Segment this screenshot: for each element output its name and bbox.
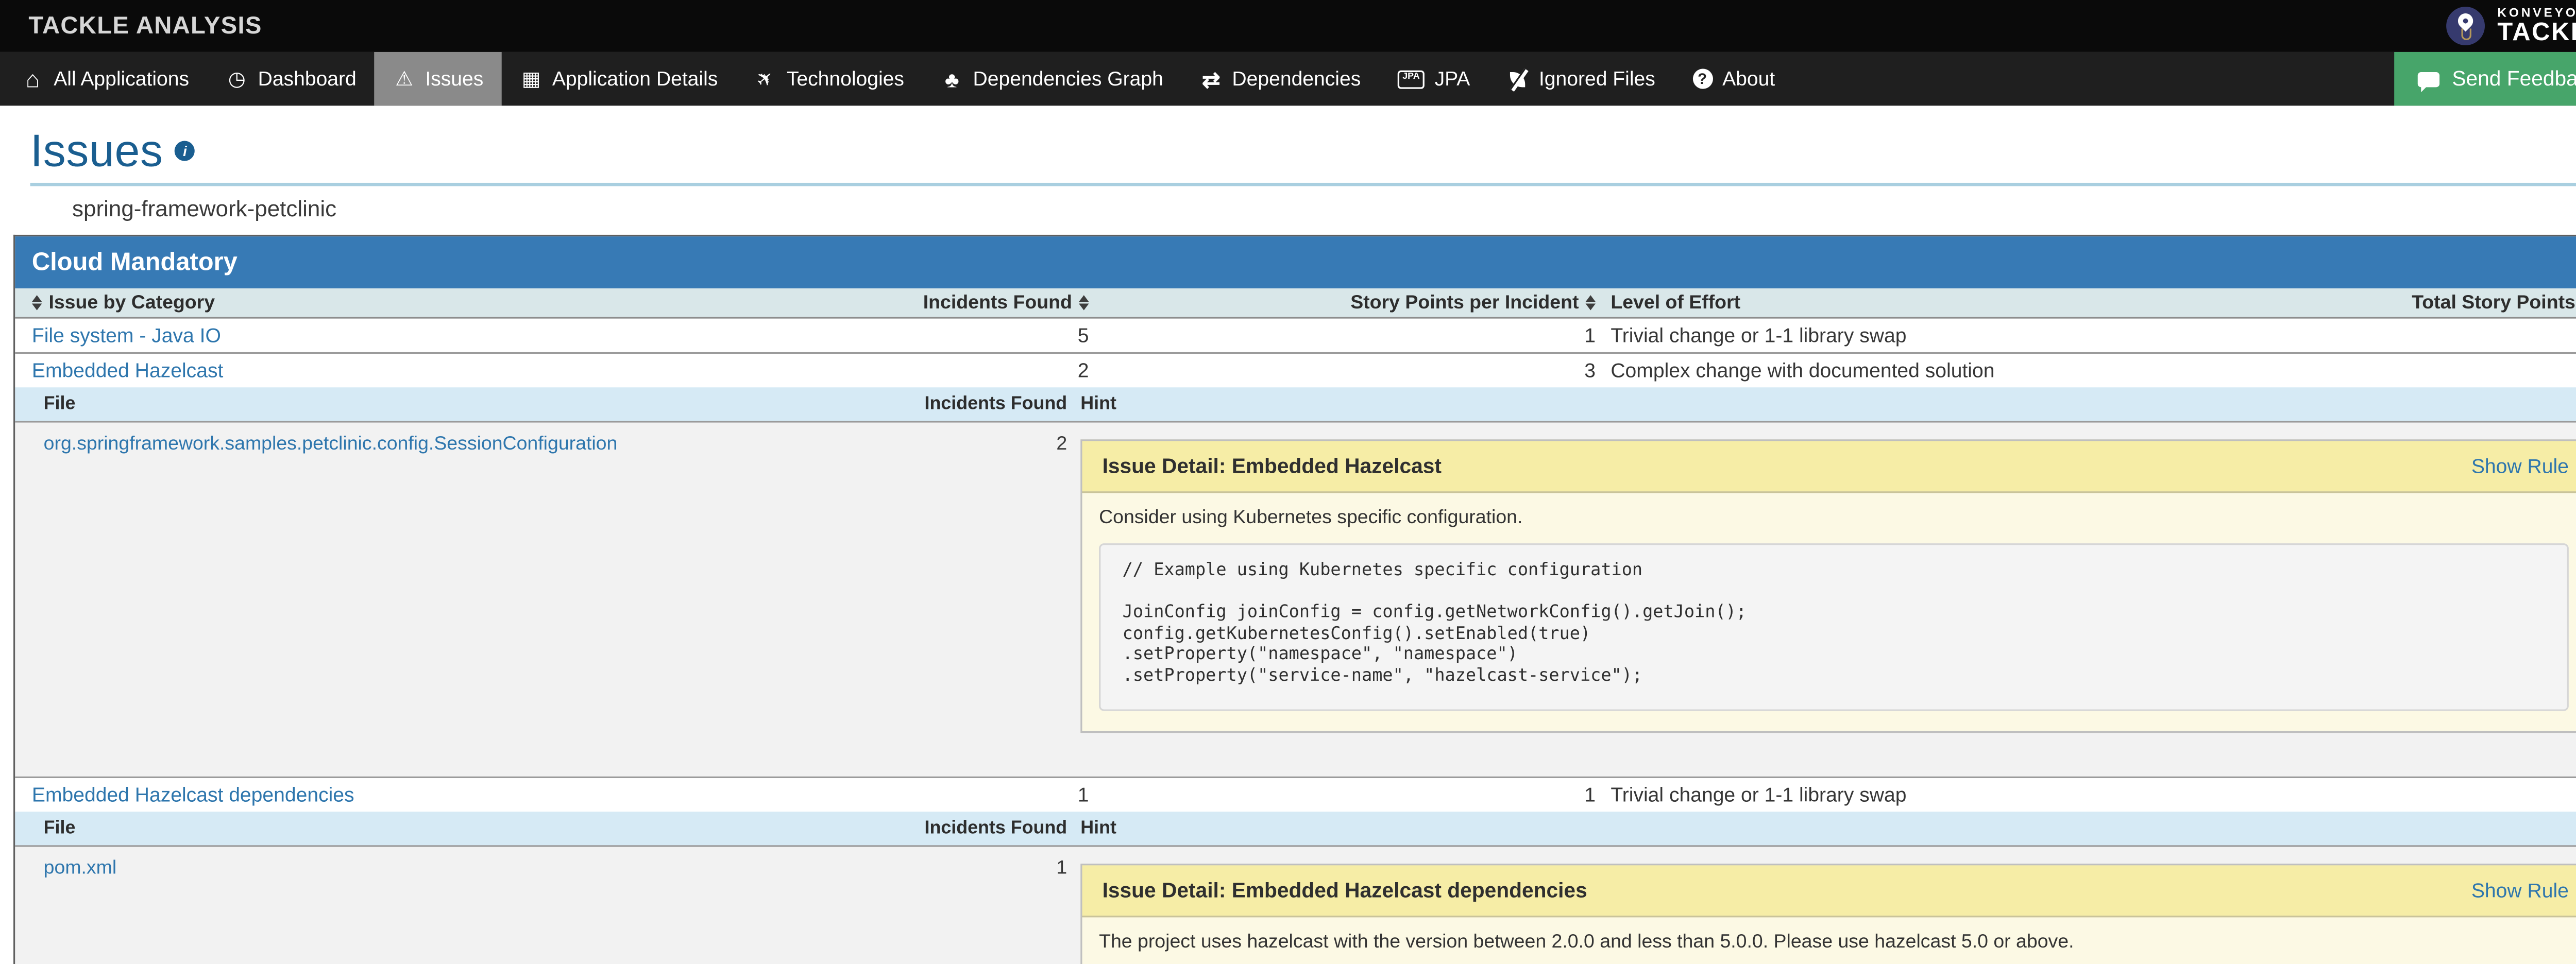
list-icon	[520, 68, 542, 90]
logo-tackle-text: TACKLE	[2497, 21, 2576, 46]
issue-category-link[interactable]: Embedded Hazelcast dependencies	[32, 784, 354, 807]
info-icon[interactable]: i	[175, 141, 195, 161]
code-sample: // Example using Kubernetes specific con…	[1099, 543, 2569, 712]
issue-category-link[interactable]: Embedded Hazelcast	[32, 359, 224, 383]
application-name: spring-framework-petclinic	[72, 196, 2576, 221]
send-feedback-button[interactable]: Send Feedback	[2395, 52, 2576, 106]
rocket-icon	[755, 68, 776, 90]
column-header-incidents-found[interactable]: Incidents Found	[765, 292, 1089, 313]
sort-icon[interactable]	[1079, 295, 1089, 311]
expansion-embedded-hazelcast-dependencies: pom.xml 1 Issue Detail: Embedded Hazelca…	[15, 847, 2576, 964]
question-circle-icon: ?	[1692, 69, 1712, 89]
show-rule-link[interactable]: Show Rule	[2471, 879, 2569, 903]
table-column-headers: Issue by Category Incidents Found Story …	[15, 288, 2576, 319]
repeat-arrows-icon	[1200, 68, 1222, 90]
konveyor-tackle-logo: KONVEYOR TACKLE	[2447, 6, 2576, 46]
logo-konveyor-text: KONVEYOR	[2497, 6, 2576, 19]
issue-category-link[interactable]: File system - Java IO	[32, 324, 221, 348]
tree-icon	[941, 68, 963, 90]
issue-detail-title: Issue Detail: Embedded Hazelcast	[1103, 455, 1442, 478]
show-rule-link[interactable]: Show Rule	[2471, 455, 2569, 478]
sub-column-incidents-found: Incidents Found	[778, 819, 1067, 839]
file-incidents-value: 2	[778, 423, 1067, 455]
sub-table-headers: File Incidents Found Hint	[15, 812, 2576, 847]
tackle-hook-icon	[2447, 7, 2486, 45]
jpa-badge-icon: JPA	[1398, 70, 1425, 88]
incidents-found-value: 1	[765, 784, 1089, 807]
tackle-analysis-app: TACKLE ANALYSIS KONVEYOR TACKLE All Appl…	[0, 0, 2576, 964]
sub-column-incidents-found: Incidents Found	[778, 394, 1067, 414]
main-nav: All Applications Dashboard Issues Applic…	[0, 52, 2576, 106]
sort-icon[interactable]	[32, 295, 42, 311]
nav-item-about[interactable]: ? About	[1674, 52, 1793, 106]
file-link[interactable]: org.springframework.samples.petclinic.co…	[44, 434, 618, 454]
sub-column-hint: Hint	[1067, 394, 2576, 414]
issue-row-file-system-java-io: File system - Java IO 5 1 Trivial change…	[15, 319, 2576, 354]
hint-text: The project uses hazelcast with the vers…	[1099, 933, 2569, 953]
total-story-points-value: 6	[2233, 359, 2576, 383]
issue-row-embedded-hazelcast-dependencies: Embedded Hazelcast dependencies 1 1 Triv…	[15, 779, 2576, 812]
incidents-found-value: 2	[765, 359, 1089, 383]
story-points-per-incident-value: 3	[1089, 359, 1596, 383]
total-story-points-value: 1	[2233, 784, 2576, 807]
column-header-total-story-points[interactable]: Total Story Points	[2233, 292, 2576, 313]
issue-detail-title: Issue Detail: Embedded Hazelcast depende…	[1103, 879, 1587, 903]
warning-icon	[393, 68, 415, 90]
story-points-per-incident-value: 1	[1089, 784, 1596, 807]
story-points-per-incident-value: 1	[1089, 324, 1596, 348]
home-icon	[22, 68, 43, 90]
nav-item-jpa[interactable]: JPA JPA	[1379, 52, 1488, 106]
sub-column-file: File	[15, 394, 778, 414]
sub-table-headers: File Incidents Found Hint	[15, 387, 2576, 422]
main-content: Issues i spring-framework-petclinic Clou…	[0, 106, 2576, 964]
column-header-issue-by-category[interactable]: Issue by Category	[15, 292, 765, 313]
sub-column-file: File	[15, 819, 778, 839]
file-link[interactable]: pom.xml	[44, 859, 117, 879]
issue-row-embedded-hazelcast: Embedded Hazelcast 2 3 Complex change wi…	[15, 354, 2576, 387]
expansion-embedded-hazelcast: org.springframework.samples.petclinic.co…	[15, 423, 2576, 779]
dashboard-icon	[226, 68, 248, 90]
nav-item-dependencies[interactable]: Dependencies	[1182, 52, 1379, 106]
incidents-found-value: 5	[765, 324, 1089, 348]
top-bar: TACKLE ANALYSIS KONVEYOR TACKLE	[0, 0, 2576, 52]
nav-item-all-applications[interactable]: All Applications	[4, 52, 208, 106]
nav-item-application-details[interactable]: Application Details	[502, 52, 736, 106]
sub-column-hint: Hint	[1067, 819, 2576, 839]
hint-text: Consider using Kubernetes specific confi…	[1099, 508, 2569, 528]
nav-item-issues[interactable]: Issues	[375, 52, 502, 106]
issues-table: Cloud Mandatory Issue by Category Incide…	[13, 235, 2576, 964]
comment-bubble-icon	[2418, 71, 2440, 86]
file-incidents-value: 1	[778, 847, 1067, 879]
leaf-slash-icon	[1507, 68, 1529, 90]
nav-item-dashboard[interactable]: Dashboard	[208, 52, 375, 106]
issue-detail-panel: Issue Detail: Embedded Hazelcast Show Ru…	[1080, 439, 2576, 733]
level-of-effort-value: Trivial change or 1-1 library swap	[1596, 784, 2233, 807]
nav-item-technologies[interactable]: Technologies	[736, 52, 923, 106]
nav-item-ignored-files[interactable]: Ignored Files	[1488, 52, 1673, 106]
level-of-effort-value: Complex change with documented solution	[1596, 359, 2233, 383]
title-underline	[30, 183, 2576, 186]
page-title: Issues	[30, 126, 163, 178]
nav-item-dependencies-graph[interactable]: Dependencies Graph	[923, 52, 1182, 106]
column-header-level-of-effort: Level of Effort	[1596, 292, 2233, 313]
total-story-points-value: 5	[2233, 324, 2576, 348]
app-brand: TACKLE ANALYSIS	[28, 12, 262, 39]
sort-icon[interactable]	[1585, 295, 1596, 311]
table-title: Cloud Mandatory	[15, 236, 2576, 288]
issue-detail-panel: Issue Detail: Embedded Hazelcast depende…	[1080, 864, 2576, 964]
column-header-story-points-per-incident[interactable]: Story Points per Incident	[1089, 292, 1596, 313]
level-of-effort-value: Trivial change or 1-1 library swap	[1596, 324, 2233, 348]
